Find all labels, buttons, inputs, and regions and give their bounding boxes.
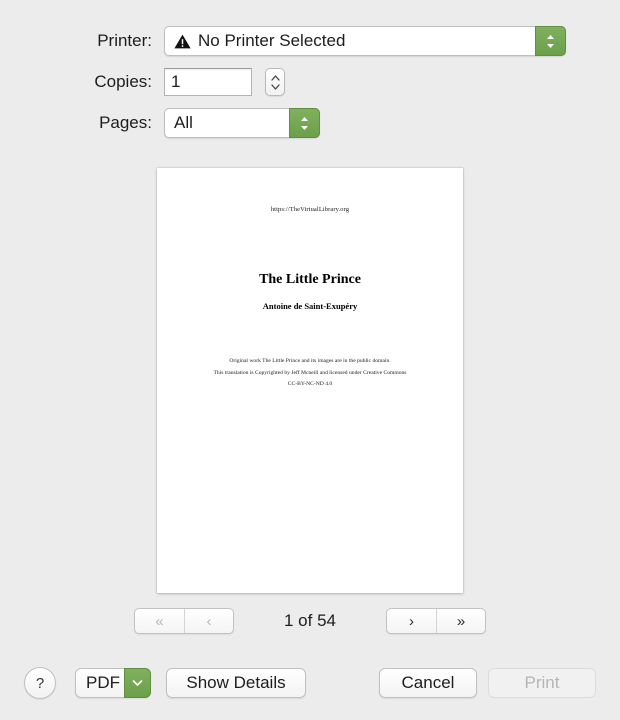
pdf-button-label: PDF [86, 673, 120, 692]
help-button[interactable]: ? [24, 667, 56, 699]
preview-author: Antoine de Saint-Exupéry [262, 301, 358, 311]
preview-notice: Original work The Little Prince and its … [157, 356, 463, 391]
previous-page-button[interactable]: ‹ [184, 609, 233, 633]
first-page-button[interactable]: « [135, 609, 184, 633]
chevron-down-icon[interactable] [270, 83, 280, 90]
last-page-button[interactable]: » [436, 609, 485, 633]
page-count-label: 1 of 54 [284, 611, 336, 630]
pager-back-group: « ‹ [134, 608, 234, 634]
printer-row: Printer: No Printer Selected [0, 26, 620, 56]
preview-notice-line-3: CC-BY-NC-ND 4.0 [287, 381, 333, 388]
preview-notice-line-2: This translation is Copyrighted by Jeff … [213, 369, 407, 376]
pages-popup-arrows[interactable] [289, 108, 320, 138]
up-down-chevron-icon [301, 116, 308, 130]
chevron-up-icon[interactable] [270, 74, 280, 81]
printer-popup-arrows[interactable] [535, 26, 566, 56]
copies-label: Copies: [94, 72, 152, 91]
pdf-button[interactable]: PDF [75, 668, 151, 698]
printer-popup-button[interactable]: No Printer Selected [164, 26, 566, 56]
pages-popup-button[interactable]: All [164, 108, 320, 138]
pages-popup-value: All [174, 113, 193, 132]
page-preview[interactable]: https://TheVirtualLibrary.org The Little… [157, 168, 463, 593]
chevron-down-icon [132, 680, 143, 686]
pager-forward-group: › » [386, 608, 486, 634]
copies-stepper[interactable] [265, 68, 285, 96]
pdf-menu-arrow[interactable] [124, 668, 151, 698]
copies-input[interactable]: 1 [164, 68, 252, 96]
preview-url: https://TheVirtualLibrary.org [270, 206, 350, 213]
printer-label: Printer: [97, 31, 152, 50]
print-button: Print [488, 668, 596, 698]
printer-popup-value: No Printer Selected [198, 31, 346, 50]
preview-title: The Little Prince [259, 272, 361, 287]
preview-notice-line-1: Original work The Little Prince and its … [229, 358, 391, 364]
cancel-button[interactable]: Cancel [379, 668, 477, 698]
printer-popup-value-wrap: No Printer Selected [165, 31, 345, 51]
print-options-form: Printer: No Printer Selected Copies: 1 P… [0, 0, 620, 138]
next-page-button[interactable]: › [387, 609, 436, 633]
pages-label: Pages: [99, 113, 152, 132]
up-down-chevron-icon [547, 34, 554, 48]
preview-pager: « ‹ 1 of 54 › » [0, 608, 620, 634]
pages-row: Pages: All [0, 108, 620, 138]
show-details-button[interactable]: Show Details [166, 668, 306, 698]
warning-triangle-icon [174, 34, 191, 48]
copies-row: Copies: 1 [0, 68, 620, 96]
dialog-button-bar: ? PDF Show Details Cancel Print [0, 662, 620, 704]
